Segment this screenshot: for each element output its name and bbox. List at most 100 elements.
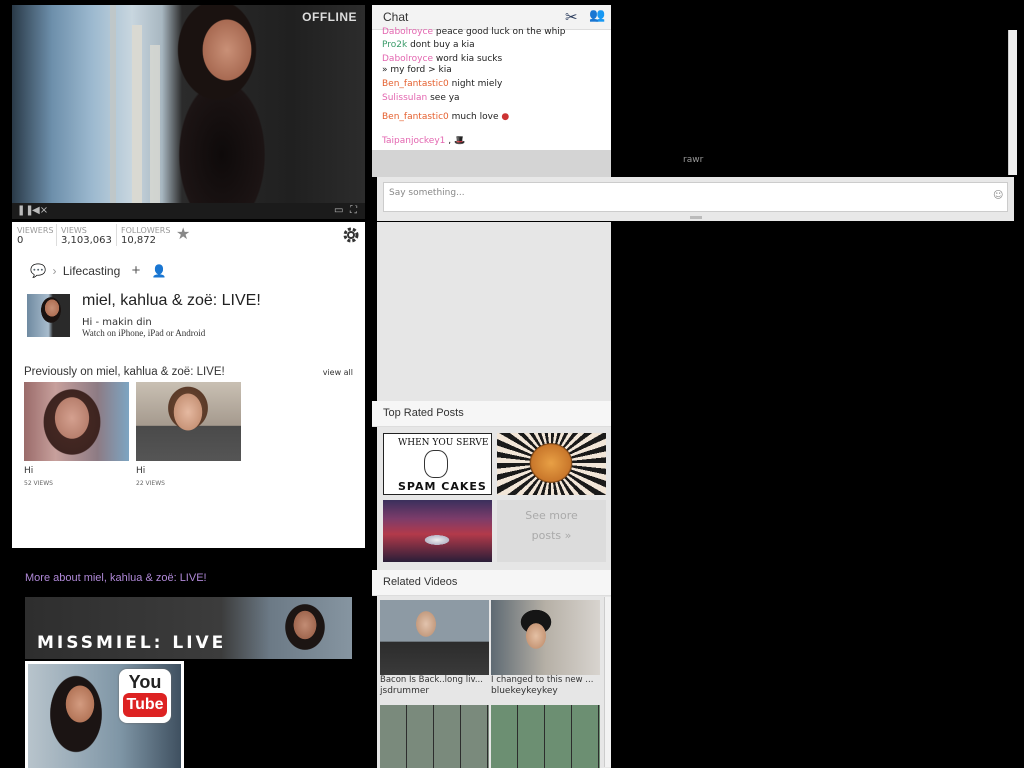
- background-pillar: [110, 5, 116, 205]
- breadcrumb-category[interactable]: Lifecasting: [63, 264, 120, 278]
- top-rated-title: Top Rated Posts: [383, 407, 464, 419]
- page-title: miel, kahlua & zoë: LIVE!: [82, 292, 261, 309]
- post-caption-bottom: SPAM CAKES: [398, 480, 487, 493]
- related-video-user[interactable]: bluekeykeykey: [491, 686, 558, 696]
- breadcrumb: 💬 › Lifecasting + 👤: [30, 262, 167, 279]
- chat-input-placeholder: Say something...: [389, 188, 465, 198]
- more-about-heading: More about miel, kahlua & zoë: LIVE!: [25, 572, 207, 584]
- users-icon[interactable]: 👥: [589, 8, 605, 23]
- chat-message: Ben_fantastic0 night miely: [382, 78, 607, 91]
- youtube-panel[interactable]: You Tube: [25, 661, 184, 768]
- previously-heading: Previously on miel, kahlua & zoë: LIVE!: [24, 366, 225, 378]
- chat-text: much love: [451, 112, 499, 122]
- related-video-thumbnail[interactable]: [491, 600, 600, 675]
- chat-scrollbar[interactable]: [1008, 30, 1017, 175]
- avatar[interactable]: [27, 294, 70, 337]
- post-thumbnail[interactable]: WHEN YOU SERVE SPAM CAKES: [383, 433, 492, 495]
- chat-message: Ben_fantastic0 much love ●: [382, 111, 607, 124]
- plus-icon[interactable]: +: [132, 262, 141, 279]
- emote-icon: 🎩: [454, 136, 466, 146]
- chat-text: peace good luck on the whip: [435, 27, 566, 37]
- channel-banner[interactable]: MISSMIEL: LIVE: [25, 597, 352, 659]
- chat-text: see ya: [430, 93, 460, 103]
- chat-title: Chat: [383, 10, 409, 24]
- youtube-logo-you: You: [128, 672, 162, 692]
- video-frame[interactable]: [12, 5, 365, 205]
- chat-message: Dabolroyce peace good luck on the whip: [382, 26, 607, 39]
- chat-panel: Chat ✂ 👥 Dabolroyce peace good luck on t…: [372, 5, 611, 177]
- chat-message-list: Dabolroyce peace good luck on the whip P…: [382, 27, 607, 148]
- gear-icon[interactable]: [342, 226, 360, 244]
- background-pillar: [132, 25, 142, 205]
- related-video-user[interactable]: jsdrummer: [380, 686, 429, 696]
- stat-value: 3,103,063: [61, 235, 112, 246]
- past-video-title[interactable]: Hi: [24, 466, 33, 476]
- background-pillar: [150, 45, 160, 205]
- see-more-posts-button[interactable]: See more posts »: [497, 500, 606, 562]
- related-video-thumbnail[interactable]: [491, 705, 600, 768]
- mute-icon[interactable]: ◀×: [32, 203, 48, 219]
- star-icon[interactable]: ★: [176, 224, 190, 243]
- offline-badge: OFFLINE: [302, 10, 357, 24]
- stat-label: VIEWS: [61, 226, 87, 235]
- chat-input[interactable]: Say something... ☺: [383, 182, 1008, 212]
- related-video-thumbnail[interactable]: [380, 600, 489, 675]
- past-video-views: 22 VIEWS: [136, 480, 165, 487]
- related-scrollbar[interactable]: [604, 597, 611, 767]
- chat-bubbles-icon[interactable]: 💬: [30, 263, 46, 278]
- chat-username[interactable]: Pro2k: [382, 40, 407, 50]
- chevron-right-icon: ›: [52, 264, 57, 278]
- related-title: Related Videos: [383, 576, 458, 588]
- stat-viewers: VIEWERS 0: [17, 226, 54, 246]
- stat-label: VIEWERS: [17, 226, 54, 235]
- tools-icon[interactable]: ✂: [565, 8, 578, 26]
- related-header: Related Videos: [372, 570, 611, 596]
- channel-status: Hi - makin din: [82, 317, 152, 328]
- chat-username[interactable]: Ben_fantastic0: [382, 79, 449, 89]
- chat-username[interactable]: Dabolroyce: [382, 54, 433, 64]
- chat-username[interactable]: Ben_fantastic0: [382, 112, 449, 122]
- mobile-link[interactable]: Watch on iPhone, iPad or Android: [82, 328, 205, 338]
- chat-footer-bar: [372, 150, 611, 177]
- follow-user-icon[interactable]: 👤: [152, 264, 167, 278]
- past-video-thumbnail[interactable]: [24, 382, 129, 461]
- past-video-title[interactable]: Hi: [136, 466, 145, 476]
- stat-followers: FOLLOWERS 10,872: [121, 226, 170, 246]
- video-player[interactable]: OFFLINE ❚❚ ◀× ▭ ⛶: [12, 5, 365, 219]
- emoticon-icon[interactable]: ☺: [993, 190, 1003, 204]
- chat-text: » my ford > kia: [382, 65, 452, 75]
- banner-photo: [270, 601, 340, 659]
- post-thumbnail[interactable]: [497, 433, 606, 495]
- chat-text: word kia sucks: [435, 54, 503, 64]
- fullscreen-icon[interactable]: ⛶: [350, 203, 357, 219]
- chat-username[interactable]: Sulissulan: [382, 93, 427, 103]
- youtube-logo-tube: Tube: [123, 693, 167, 717]
- related-video-thumbnail[interactable]: [380, 705, 489, 768]
- related-video-title[interactable]: Bacon Is Back..long liv...: [380, 675, 483, 685]
- related-video-title[interactable]: I changed to this new ...: [491, 675, 593, 685]
- chat-text: night miely: [451, 79, 503, 89]
- channel-info-panel: VIEWERS 0 VIEWS 3,103,063 FOLLOWERS 10,8…: [12, 222, 365, 548]
- post-thumbnail[interactable]: [383, 500, 492, 562]
- resize-handle[interactable]: [690, 216, 702, 219]
- chat-input-area: Say something... ☺: [377, 177, 1014, 221]
- stat-label: FOLLOWERS: [121, 226, 171, 235]
- see-more-label: posts »: [531, 529, 572, 542]
- cartoon-figure: [424, 450, 448, 478]
- popout-icon[interactable]: ▭: [334, 203, 343, 219]
- youtube-logo-icon[interactable]: You Tube: [119, 669, 171, 723]
- see-more-label: See more: [525, 509, 578, 522]
- past-video-thumbnail[interactable]: [136, 382, 241, 461]
- chat-message: Sulissulan see ya: [382, 92, 607, 105]
- chat-text: dont buy a kia: [410, 40, 475, 50]
- chat-username[interactable]: Dabolroyce: [382, 27, 433, 37]
- emote-icon: ●: [501, 112, 510, 122]
- player-control-bar: ❚❚ ◀× ▭ ⛶: [12, 203, 365, 219]
- past-video-views: 52 VIEWS: [24, 480, 53, 487]
- view-all-link[interactable]: view all: [323, 368, 353, 377]
- divider: [56, 224, 57, 246]
- chat-username[interactable]: Taipanjockey1: [382, 136, 445, 146]
- top-rated-header: Top Rated Posts: [372, 401, 611, 427]
- chat-message: Taipanjockey1 , 🎩: [382, 135, 607, 148]
- chat-message: Pro2k dont buy a kia: [382, 39, 607, 52]
